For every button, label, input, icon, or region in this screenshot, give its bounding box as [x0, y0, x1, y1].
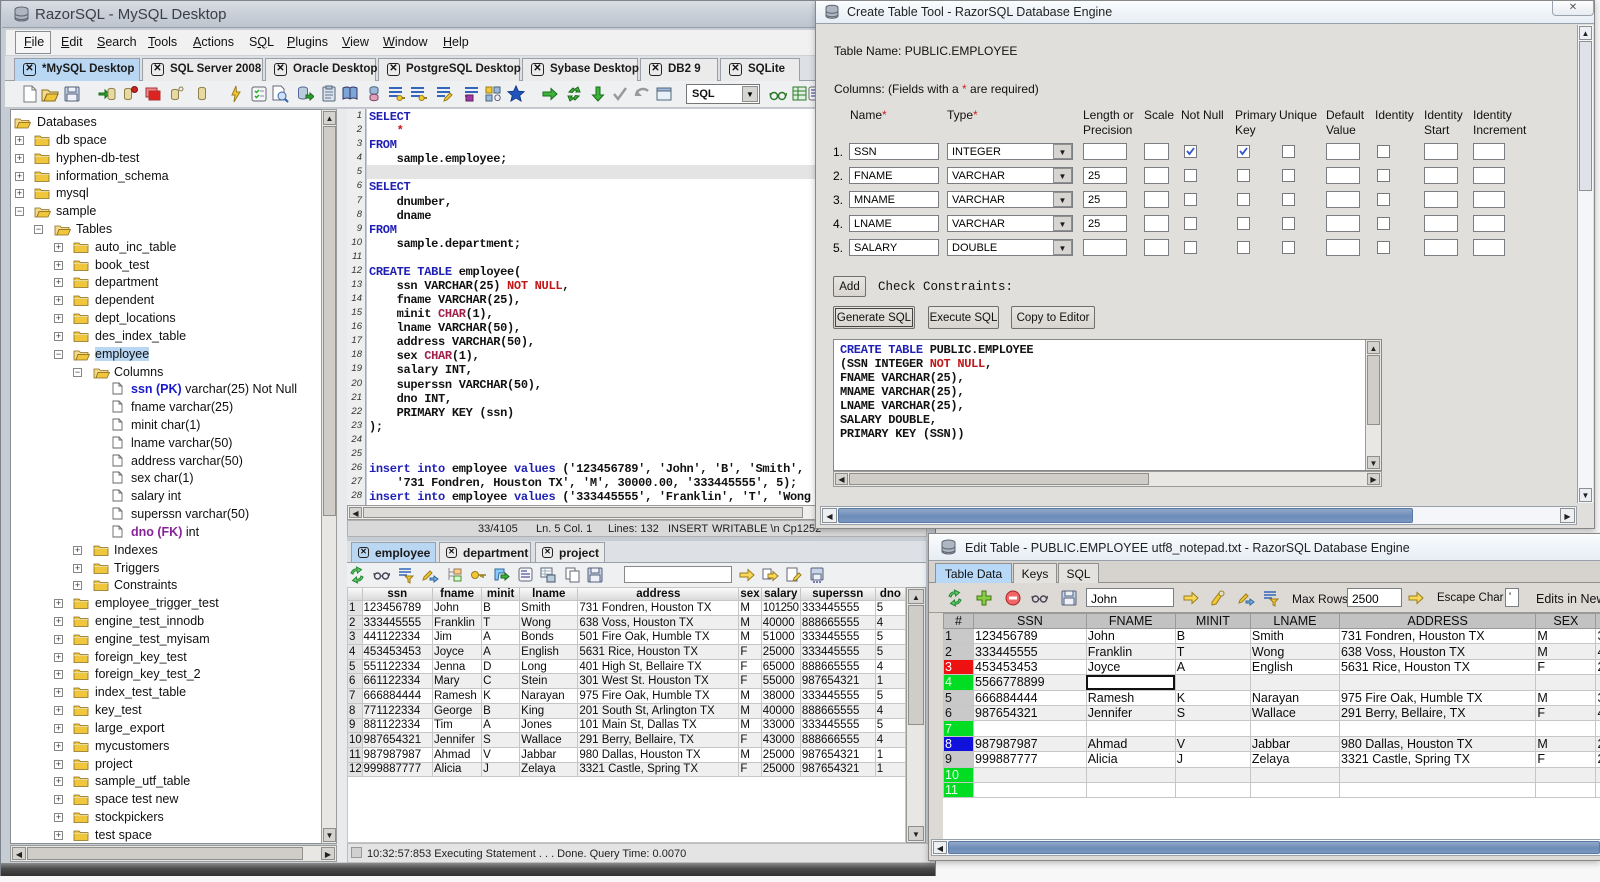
- svg-text:O: O: [494, 93, 501, 103]
